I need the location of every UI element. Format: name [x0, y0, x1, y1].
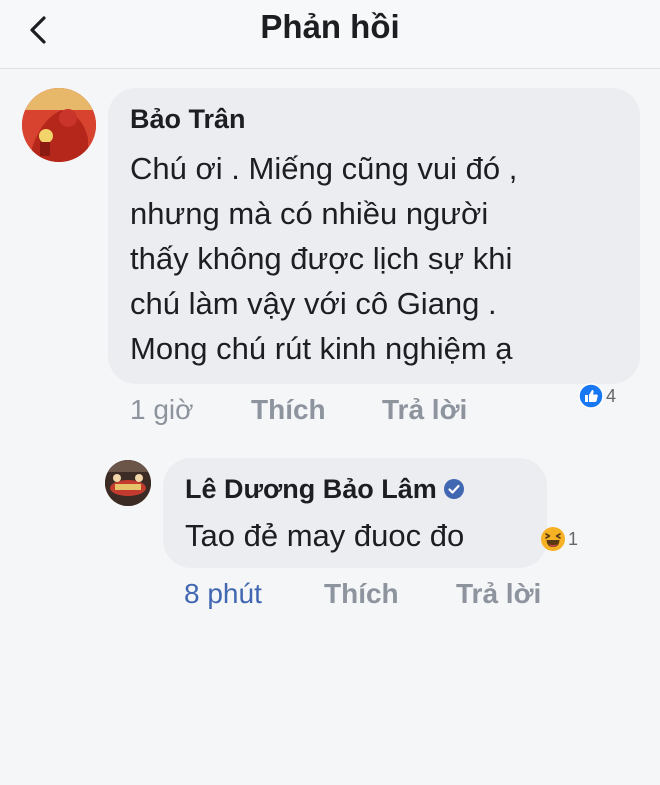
reaction-summary[interactable]: 4 — [578, 383, 616, 409]
reply-timestamp[interactable]: 8 phút — [184, 578, 262, 610]
like-button[interactable]: Thích — [251, 394, 326, 426]
comment-timestamp: 1 giờ — [130, 394, 194, 425]
comment-bubble: Bảo Trân Chú ơi . Miếng cũng vui đó , nh… — [108, 88, 640, 384]
comment-author[interactable]: Bảo Trân — [130, 104, 246, 135]
comment-text: Chú ơi . Miếng cũng vui đó , nhưng mà có… — [130, 146, 630, 371]
reaction-count: 1 — [568, 528, 579, 549]
reply-author-name: Lê Dương Bảo Lâm — [185, 474, 437, 504]
verified-badge-icon — [443, 479, 464, 499]
reply-text: Tao đẻ may đuoc đo — [185, 518, 465, 553]
like-button[interactable]: Thích — [324, 578, 399, 610]
avatar[interactable] — [22, 88, 96, 162]
comment-line: thấy không được lịch sự khi — [130, 241, 513, 276]
reply-button[interactable]: Trả lời — [456, 578, 541, 610]
comment-line: chú làm vậy với cô Giang . — [130, 286, 497, 321]
comment-line: Mong chú rút kinh nghiệm ạ — [130, 331, 513, 366]
reaction-count: 4 — [606, 385, 617, 406]
avatar-image — [105, 460, 151, 506]
page-title: Phản hồi — [260, 8, 400, 45]
reply-bubble: Lê Dương Bảo Lâm Tao đẻ may đuoc đo — [163, 458, 547, 568]
avatar[interactable] — [105, 460, 151, 506]
haha-icon — [541, 527, 565, 551]
reaction-summary[interactable]: 1 — [540, 526, 578, 552]
reply-button[interactable]: Trả lời — [382, 394, 467, 426]
like-icon — [578, 383, 604, 409]
comment-line: nhưng mà có nhiều người — [130, 196, 489, 231]
avatar-image — [22, 88, 96, 162]
header-bar: Phản hồi — [0, 0, 660, 69]
comment-line: Chú ơi . Miếng cũng vui đó , — [130, 151, 518, 186]
reply-author[interactable]: Lê Dương Bảo Lâm — [185, 474, 465, 505]
